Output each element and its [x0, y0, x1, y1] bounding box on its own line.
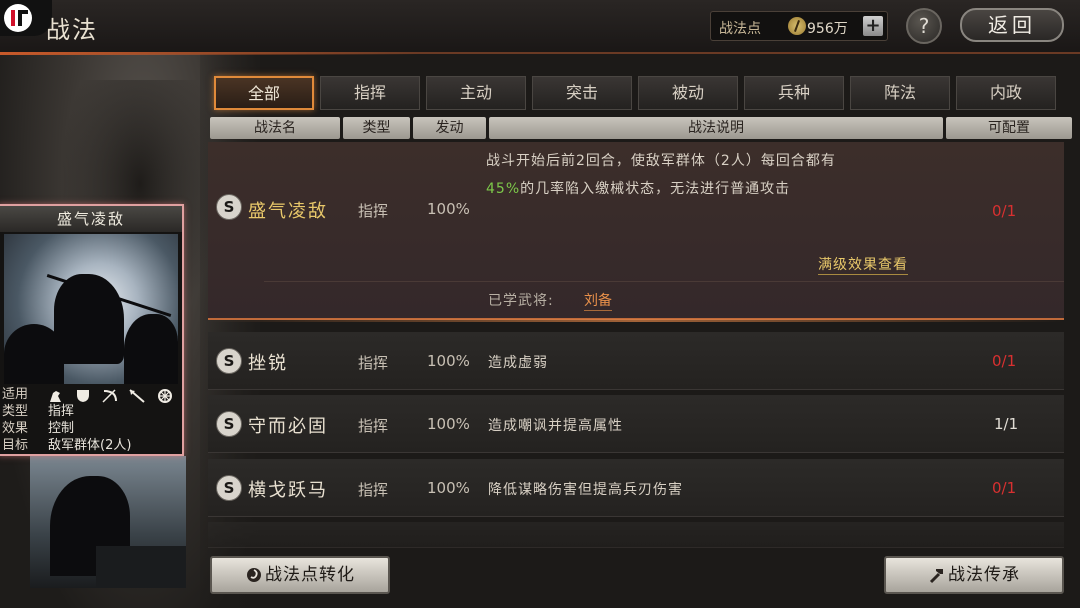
inherit-skill-label: 战法传承	[948, 565, 1020, 585]
skill-description: 造成虚弱	[488, 355, 548, 371]
column-header-type[interactable]: 类型	[343, 117, 410, 139]
card-info: 适用 类型 指挥 效果 控制 目标 敌军群体(2人)	[0, 386, 182, 454]
learned-general-link[interactable]: 刘备	[584, 290, 612, 311]
skill-card: 盛气凌敌 适用 类型 指挥 效果 控制 目标 敌军群体(2人)	[0, 204, 184, 456]
skill-points-value: 956万	[807, 21, 848, 37]
help-button[interactable]: ?	[906, 8, 942, 44]
skill-description: 造成嘲讽并提高属性	[488, 418, 623, 434]
card-stack-art	[30, 456, 186, 588]
skill-name: 挫锐	[248, 353, 288, 374]
top-bar: 战法 战法点 956万 + ? 返回	[0, 0, 1080, 55]
back-button[interactable]: 返回	[960, 8, 1064, 42]
target-label: 目标	[2, 438, 29, 453]
kt-logo	[0, 0, 52, 36]
target-value: 敌军群体(2人)	[48, 438, 132, 453]
skill-description-rest: 的几率陷入缴械状态，无法进行普通攻击	[520, 181, 791, 197]
spear-icon	[129, 388, 146, 403]
tab-troop-type[interactable]: 兵种	[744, 76, 844, 110]
grade-badge: S	[216, 411, 242, 437]
skill-row[interactable]: S 守而必固 指挥 100% 造成嘲讽并提高属性 1/1	[208, 395, 1064, 453]
convert-points-label: 战法点转化	[265, 565, 355, 585]
grade-badge: S	[216, 348, 242, 374]
config-count: 0/1	[992, 479, 1017, 497]
swirl-icon	[247, 568, 261, 582]
column-header-name[interactable]: 战法名	[210, 117, 340, 139]
tab-all[interactable]: 全部	[214, 76, 314, 110]
effect-label: 效果	[2, 421, 29, 436]
skill-name: 守而必固	[248, 416, 328, 437]
column-header-description: 战法说明	[489, 117, 943, 139]
cavalry-icon	[50, 390, 61, 402]
compass-icon	[788, 17, 806, 35]
tab-passive[interactable]: 被动	[638, 76, 738, 110]
skill-description: 降低谋略伤害但提高兵刃伤害	[488, 482, 683, 498]
effect-value: 控制	[48, 421, 75, 436]
skill-row[interactable]: S 挫锐 指挥 100% 造成虚弱 0/1	[208, 332, 1064, 390]
troop-type-icons	[48, 387, 180, 403]
skill-rate: 100%	[427, 352, 470, 370]
bow-icon	[102, 388, 118, 403]
config-count: 0/1	[992, 202, 1017, 220]
skill-type: 指挥	[358, 202, 389, 220]
type-value: 指挥	[48, 404, 75, 419]
skill-type: 指挥	[358, 481, 389, 499]
skill-row[interactable]: S 横戈跃马 指挥 100% 降低谋略伤害但提高兵刃伤害 0/1	[208, 459, 1064, 517]
grade-badge: S	[216, 475, 242, 501]
full-effect-link[interactable]: 满级效果查看	[818, 254, 908, 275]
skill-type: 指挥	[358, 417, 389, 435]
hammer-icon	[929, 569, 943, 584]
skill-rate: 100%	[427, 200, 470, 218]
skill-name: 横戈跃马	[248, 480, 328, 501]
shield-icon	[77, 389, 90, 402]
inherit-skill-button[interactable]: 战法传承	[884, 556, 1064, 594]
skill-row-partial[interactable]	[208, 522, 1064, 548]
tab-internal-affairs[interactable]: 内政	[956, 76, 1056, 110]
skill-points-label: 战法点	[719, 21, 761, 37]
category-tabs: 全部 指挥 主动 突击 被动 兵种 阵法 内政	[212, 76, 1072, 112]
skill-rate: 100%	[427, 415, 470, 433]
skill-type: 指挥	[358, 354, 389, 372]
wheel-icon	[157, 388, 172, 403]
card-illustration	[4, 234, 178, 384]
skill-points-display: 战法点 956万 +	[710, 11, 888, 41]
add-points-button[interactable]: +	[863, 16, 883, 36]
applies-label: 适用	[2, 387, 29, 402]
skill-name: 盛气凌敌	[248, 201, 328, 222]
row-divider	[264, 281, 1064, 282]
skill-row-expanded[interactable]: S 盛气凌敌 指挥 100% 战斗开始后前2回合，使敌军群体（2人）每回合都有 …	[208, 142, 1064, 322]
tab-active[interactable]: 主动	[426, 76, 526, 110]
tab-formation[interactable]: 阵法	[850, 76, 950, 110]
column-header-configurable[interactable]: 可配置	[946, 117, 1072, 139]
page-title: 战法	[46, 16, 98, 44]
skill-description-line1: 战斗开始后前2回合，使敌军群体（2人）每回合都有	[486, 153, 836, 169]
skill-rate: 100%	[427, 479, 470, 497]
learned-generals-label: 已学武将:	[488, 293, 554, 309]
column-header-trigger[interactable]: 发动	[413, 117, 486, 139]
probability-value: 45%	[486, 181, 521, 197]
kt-logo-mark	[4, 4, 32, 32]
card-title: 盛气凌敌	[0, 206, 182, 232]
config-count: 1/1	[994, 415, 1019, 433]
tab-assault[interactable]: 突击	[532, 76, 632, 110]
tab-command[interactable]: 指挥	[320, 76, 420, 110]
config-count: 0/1	[992, 352, 1017, 370]
skill-description-line2: 45%的几率陷入缴械状态，无法进行普通攻击	[486, 178, 790, 198]
grade-badge: S	[216, 194, 242, 220]
type-label: 类型	[2, 404, 29, 419]
convert-points-button[interactable]: 战法点转化	[210, 556, 390, 594]
